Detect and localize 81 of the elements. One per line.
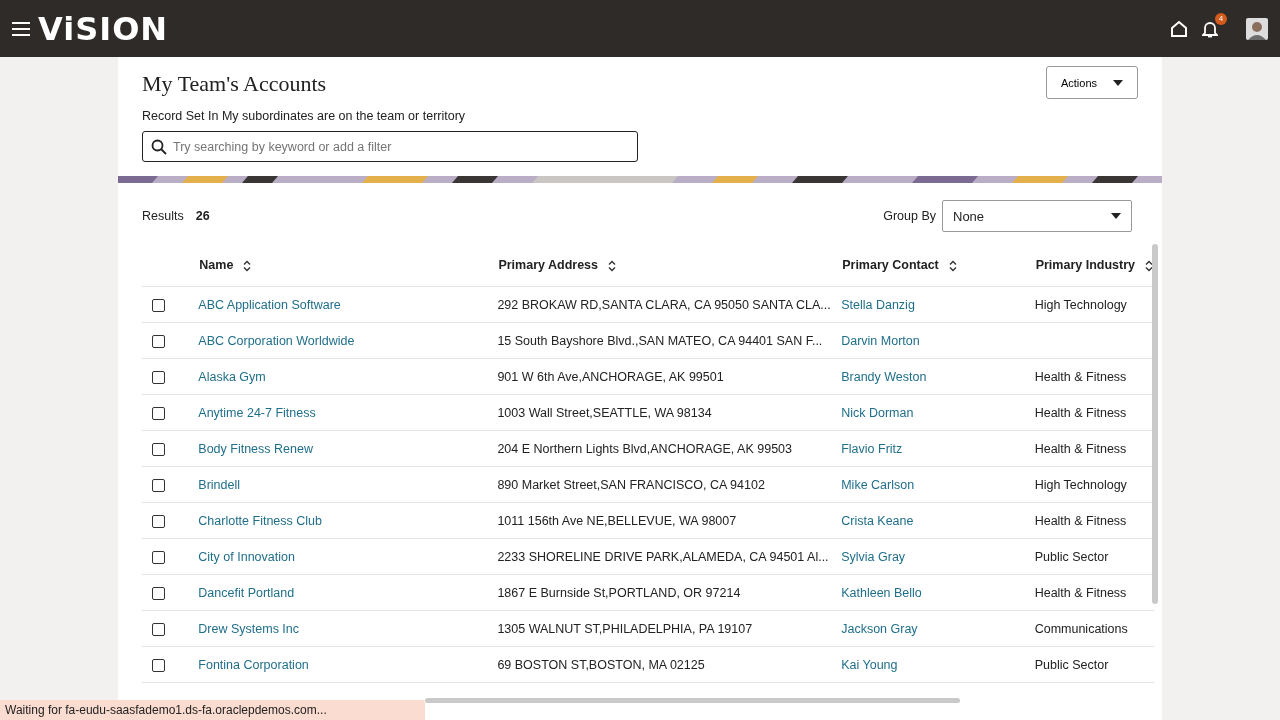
table-cell: 15 South Bayshore Blvd.,SAN MATEO, CA 94401 SAN F... — [497, 333, 823, 348]
group-by-select[interactable]: None — [942, 200, 1132, 232]
row-checkbox[interactable] — [152, 586, 165, 600]
table-cell: High Technology — [1034, 297, 1127, 312]
table-cell: 1011 156th Ave NE,BELLEVUE, WA 98007 — [497, 513, 737, 528]
table-cell: Health & Fitness — [1034, 441, 1127, 456]
table-cell: 204 E Northern Lights Blvd,ANCHORAGE, AK 99503 — [497, 441, 792, 456]
column-header[interactable]: Name — [199, 258, 234, 272]
account-link[interactable]: Brindell — [198, 477, 240, 492]
account-link[interactable]: Fontina Corporation — [198, 657, 309, 672]
row-checkbox[interactable] — [152, 622, 165, 636]
row-checkbox[interactable] — [152, 334, 165, 348]
account-link[interactable]: ABC Application Software — [198, 297, 341, 312]
table-cell: Public Sector — [1034, 657, 1109, 672]
contact-link[interactable]: Mike Carlson — [841, 477, 915, 492]
contact-link[interactable]: Darvin Morton — [841, 333, 920, 348]
contact-link[interactable]: Flavio Fritz — [841, 441, 903, 456]
table-cell: Communications — [1034, 621, 1128, 636]
sort-icon[interactable] — [608, 259, 616, 272]
scrollbar[interactable] — [425, 698, 960, 703]
row-checkbox[interactable] — [152, 370, 165, 384]
status-bar: Waiting for fa-eudu-saasfademo1.ds-fa.oraclepdemos.com... — [0, 700, 425, 720]
table-cell: 1003 Wall Street,SEATTLE, WA 98134 — [497, 405, 712, 420]
account-link[interactable]: ABC Corporation Worldwide — [198, 333, 355, 348]
actions-button[interactable]: Actions — [1045, 66, 1138, 99]
table-cell: 2233 SHORELINE DRIVE PARK,ALAMEDA, CA 94501 Al... — [497, 549, 829, 564]
table-cell: Health & Fitness — [1034, 585, 1127, 600]
contact-link[interactable]: Kathleen Bello — [841, 585, 922, 600]
table-cell: Public Sector — [1034, 549, 1109, 564]
row-checkbox[interactable] — [152, 550, 165, 564]
account-link[interactable]: Alaska Gym — [198, 369, 266, 384]
contact-link[interactable]: Stella Danzig — [841, 297, 915, 312]
contact-link[interactable]: Crista Keane — [841, 513, 914, 528]
row-checkbox[interactable] — [152, 514, 165, 528]
notification-badge: 4 — [1215, 12, 1227, 25]
sort-icon[interactable] — [1145, 259, 1153, 272]
account-link[interactable]: Body Fitness Renew — [198, 441, 313, 456]
logo[interactable]: ViSION — [38, 9, 169, 48]
sort-icon[interactable] — [243, 259, 252, 272]
row-checkbox[interactable] — [152, 298, 165, 312]
account-link[interactable]: Anytime 24-7 Fitness — [198, 405, 316, 420]
column-header[interactable]: Primary Contact — [842, 258, 939, 272]
table-cell: 890 Market Street,SAN FRANCISCO, CA 94102 — [497, 477, 765, 492]
contact-link[interactable]: Brandy Weston — [841, 369, 927, 384]
results-count: 26 — [195, 209, 210, 223]
results-label: Results — [142, 209, 184, 223]
table-cell: Health & Fitness — [1034, 513, 1127, 528]
contact-link[interactable]: Kai Young — [841, 657, 898, 672]
contact-link[interactable]: Sylvia Gray — [841, 549, 906, 564]
table-cell: 69 BOSTON ST,BOSTON, MA 02125 — [497, 657, 705, 672]
page-title: My Team's Accounts — [142, 71, 328, 97]
bell-icon[interactable] — [1202, 19, 1218, 38]
table-cell: 901 W 6th Ave,ANCHORAGE, AK 99501 — [497, 369, 724, 384]
column-header[interactable]: Primary Industry — [1035, 258, 1135, 272]
table-cell: High Technology — [1034, 477, 1127, 492]
record-set-text: Record Set In My subordinates are on the team or territory — [142, 109, 467, 123]
menu-icon[interactable] — [12, 21, 30, 36]
account-link[interactable]: Charlotte Fitness Club — [198, 513, 322, 528]
row-checkbox[interactable] — [152, 442, 165, 456]
contact-link[interactable]: Jackson Gray — [841, 621, 918, 636]
row-checkbox[interactable] — [152, 478, 165, 492]
column-header[interactable]: Primary Address — [498, 258, 598, 272]
caret-icon — [1111, 213, 1121, 219]
table-cell: 1867 E Burnside St,PORTLAND, OR 97214 — [497, 585, 741, 600]
scrollbar[interactable] — [1152, 244, 1158, 604]
table-cell: 292 BROKAW RD,SANTA CLARA, CA 95050 SANTA CLA... — [497, 297, 831, 312]
table-cell: Health & Fitness — [1034, 405, 1127, 420]
caret-icon — [1113, 79, 1123, 86]
account-link[interactable]: Drew Systems Inc — [198, 621, 300, 636]
row-checkbox[interactable] — [152, 406, 165, 420]
group-by-label: Group By — [883, 209, 936, 223]
avatar-icon[interactable] — [1246, 17, 1268, 40]
contact-link[interactable]: Nick Dorman — [841, 405, 914, 420]
account-link[interactable]: City of Innovation — [198, 549, 295, 564]
home-icon[interactable] — [1170, 19, 1188, 38]
account-link[interactable]: Dancefit Portland — [198, 585, 295, 600]
row-checkbox[interactable] — [152, 658, 165, 672]
sort-icon[interactable] — [948, 259, 957, 272]
search-field[interactable]: Try searching by keyword or add a filter — [142, 131, 638, 162]
table-cell: 1305 WALNUT ST,PHILADELPHIA, PA 19107 — [497, 621, 753, 636]
table-cell: Health & Fitness — [1034, 369, 1127, 384]
